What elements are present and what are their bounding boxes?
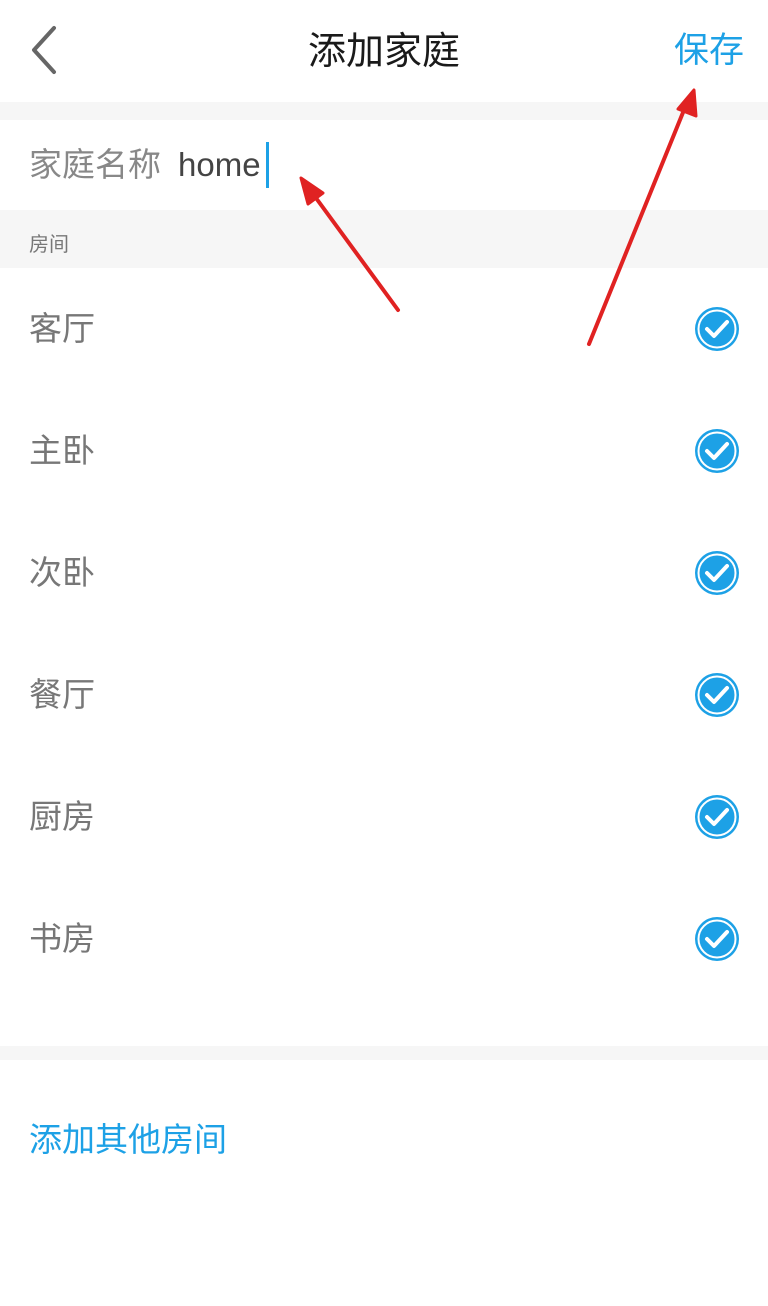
text-caret: [266, 142, 269, 188]
header-bar: 添加家庭 保存: [0, 0, 768, 102]
check-circle-icon[interactable]: [694, 672, 740, 718]
add-other-room-link[interactable]: 添加其他房间: [29, 1116, 227, 1164]
room-item-living-room[interactable]: 客厅: [0, 268, 768, 390]
rooms-section-header: 房间: [0, 210, 768, 268]
room-label: 主卧: [29, 431, 95, 470]
check-circle-icon[interactable]: [694, 550, 740, 596]
check-circle-icon[interactable]: [694, 794, 740, 840]
room-item-dining-room[interactable]: 餐厅: [0, 634, 768, 756]
rooms-section-label: 房间: [29, 232, 69, 256]
check-circle-icon[interactable]: [694, 428, 740, 474]
family-name-row: 家庭名称: [0, 120, 768, 210]
room-label: 厨房: [29, 797, 95, 836]
page-title: 添加家庭: [307, 29, 460, 73]
family-name-input[interactable]: [178, 142, 678, 188]
room-item-study[interactable]: 书房: [0, 878, 768, 1000]
room-item-master-bedroom[interactable]: 主卧: [0, 390, 768, 512]
check-circle-icon[interactable]: [694, 916, 740, 962]
room-item-second-bedroom[interactable]: 次卧: [0, 512, 768, 634]
room-label: 次卧: [29, 553, 95, 592]
room-label: 餐厅: [29, 675, 95, 714]
divider-top: [0, 102, 768, 120]
room-label: 客厅: [29, 309, 95, 348]
divider-bottom: [0, 1046, 768, 1060]
save-button[interactable]: 保存: [674, 26, 744, 76]
check-circle-icon[interactable]: [694, 306, 740, 352]
room-label: 书房: [29, 919, 95, 958]
room-item-kitchen[interactable]: 厨房: [0, 756, 768, 878]
family-name-label: 家庭名称: [29, 145, 161, 184]
